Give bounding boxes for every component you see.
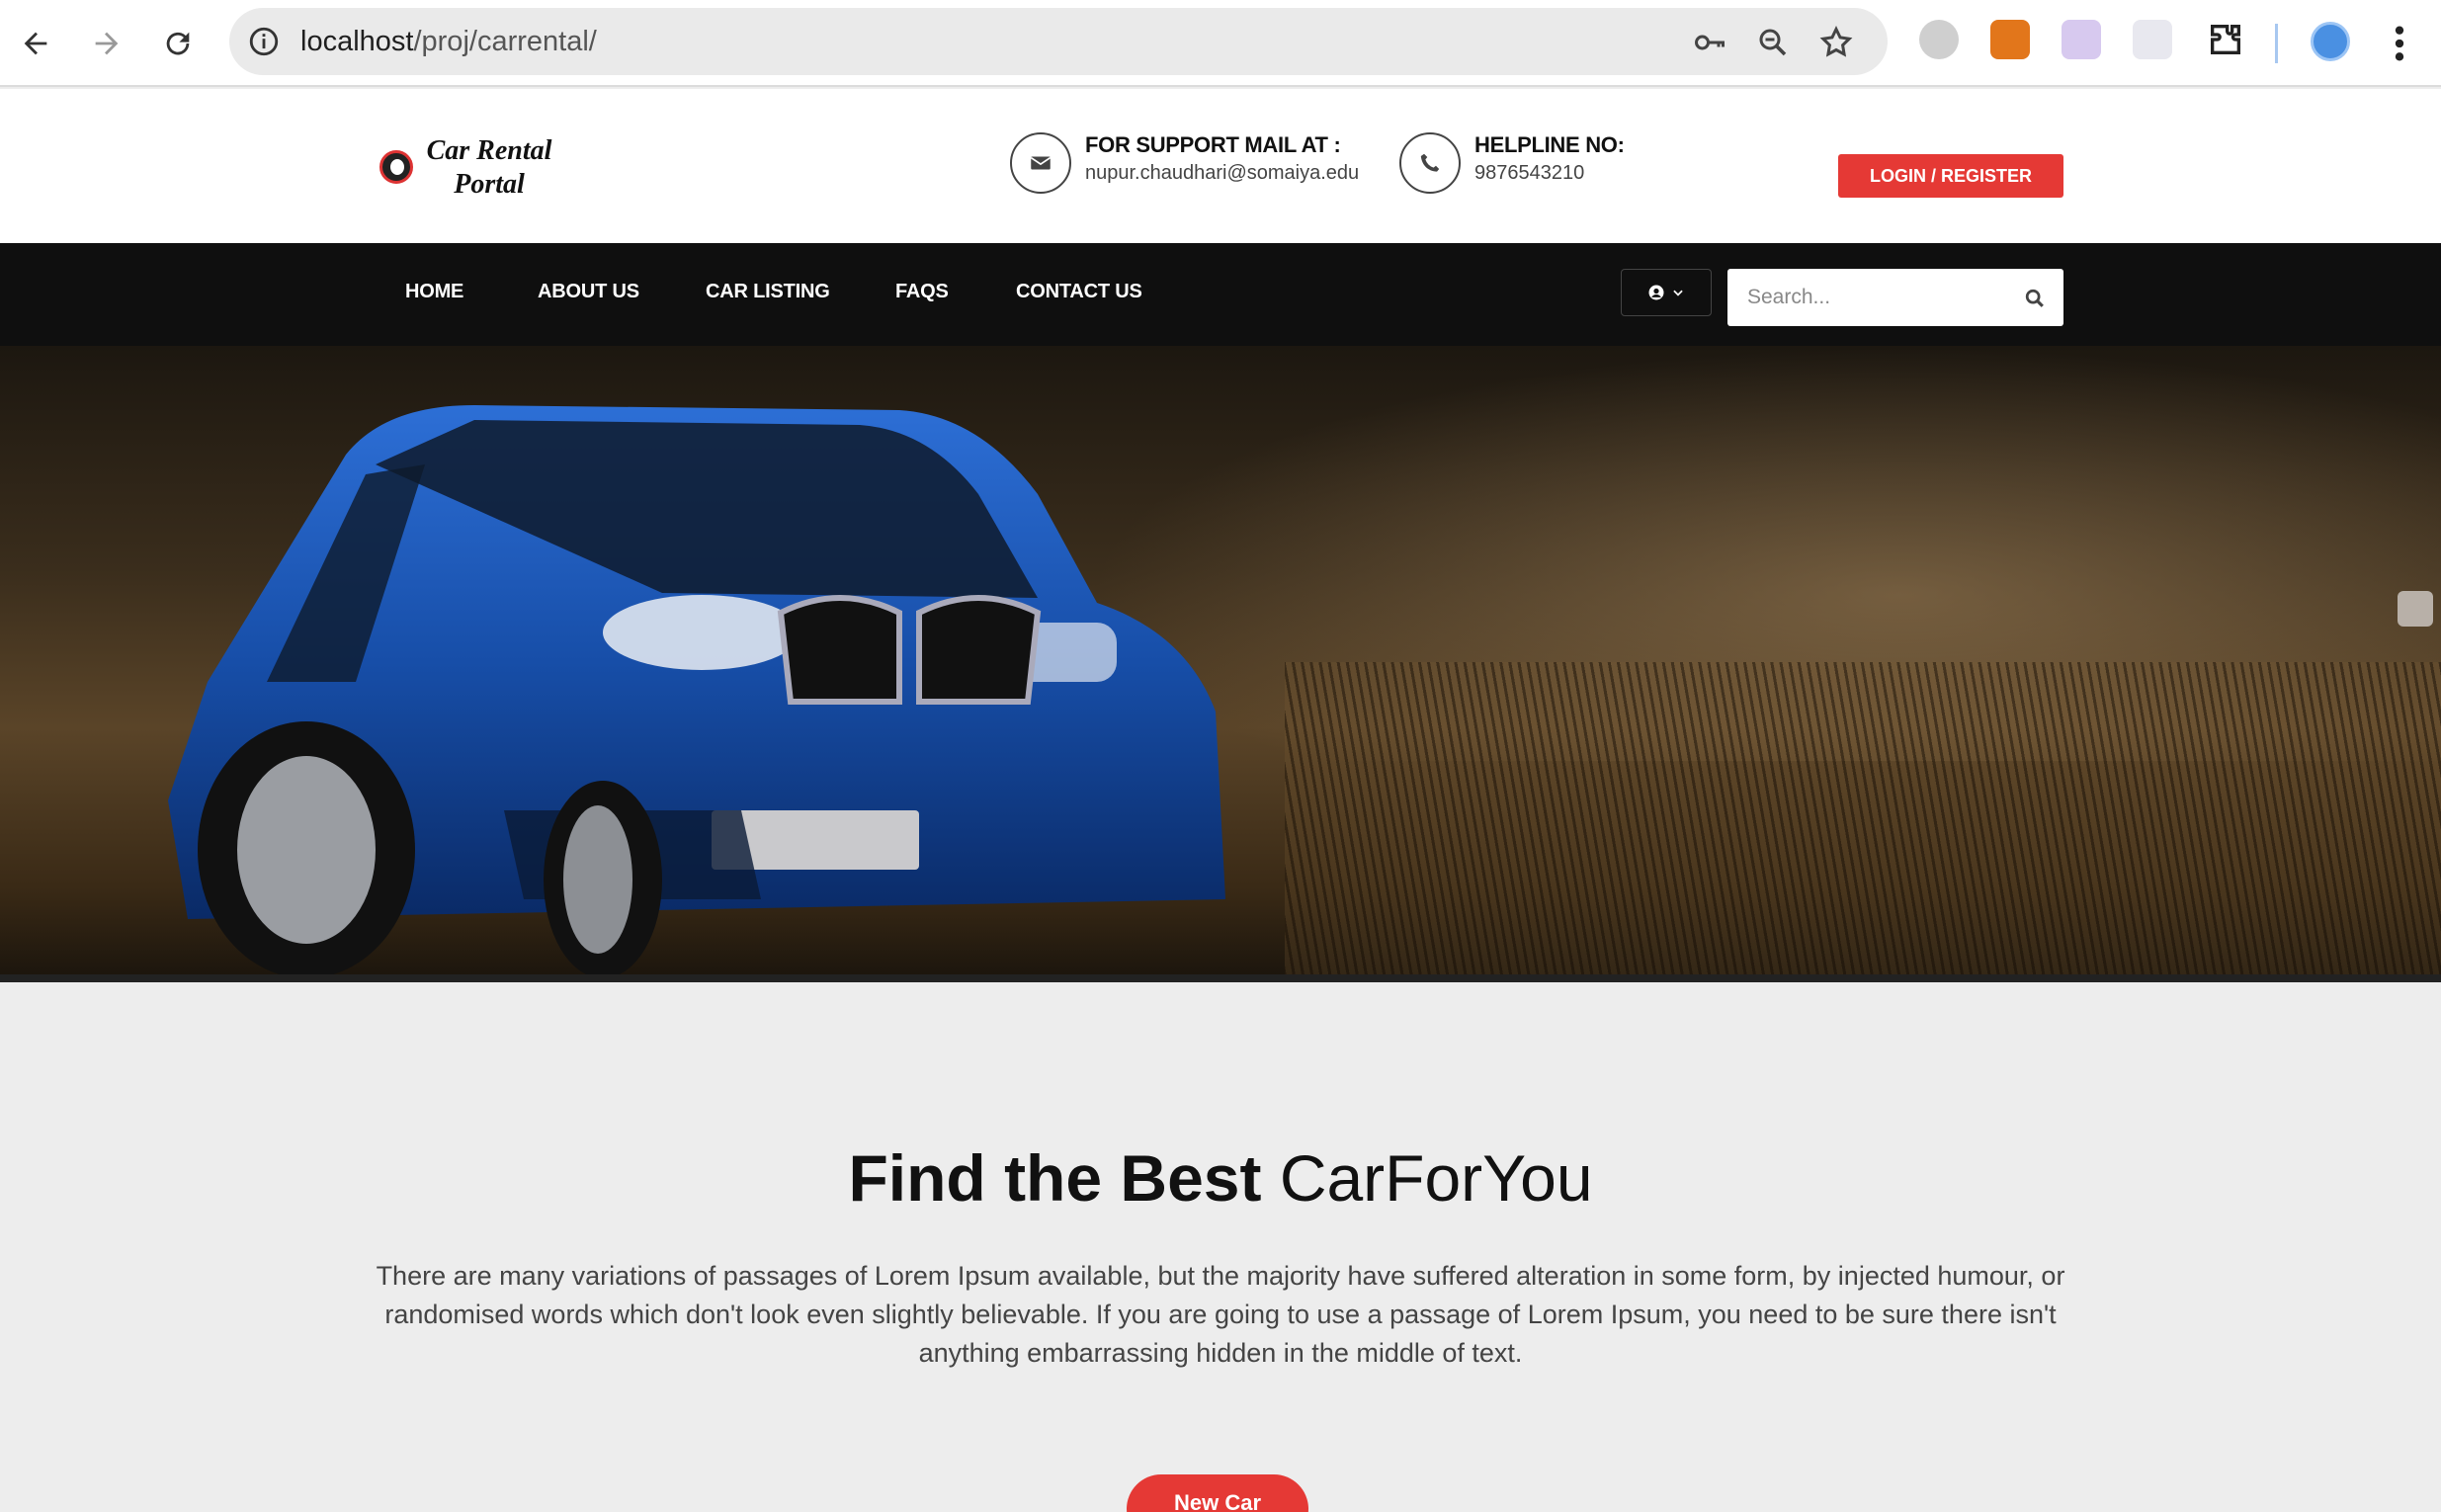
- helpline-number: 9876543210: [1474, 162, 1585, 184]
- floating-widget-icon[interactable]: [2398, 591, 2433, 627]
- car-image: [168, 405, 1225, 978]
- hero-bottom-bar: [0, 974, 2441, 982]
- reload-icon: [166, 32, 190, 55]
- support-email: nupur.chaudhari@somaiya.edu: [1085, 162, 1360, 184]
- nav-item-home[interactable]: HOME: [405, 281, 463, 303]
- back-arrow-icon: [24, 32, 47, 55]
- extension-icon[interactable]: [2133, 20, 2172, 59]
- profile-avatar[interactable]: [2311, 22, 2350, 61]
- support-mail-title: FOR SUPPORT MAIL AT :: [1085, 132, 1341, 157]
- more-menu-icon[interactable]: [2390, 24, 2409, 63]
- key-icon[interactable]: [1692, 25, 1727, 60]
- forward-arrow-icon: [95, 32, 119, 55]
- search-input[interactable]: [1727, 269, 2014, 326]
- zoom-icon[interactable]: [1755, 25, 1791, 60]
- site-logo[interactable]: Car Rental Portal: [379, 134, 577, 204]
- logo-text: Car Rental Portal: [426, 135, 552, 200]
- hero-banner: [0, 346, 2441, 982]
- user-circle-icon: [1648, 285, 1664, 300]
- bug-extension-icon[interactable]: [1919, 20, 1959, 59]
- main-navbar: HOME ABOUT US CAR LISTING FAQS CONTACT U…: [0, 243, 2441, 346]
- logo-emblem-icon: [379, 150, 413, 184]
- new-car-button[interactable]: New Car: [1127, 1474, 1308, 1512]
- nav-item-about-us[interactable]: ABOUT US: [538, 281, 639, 303]
- nav-item-contact-us[interactable]: CONTACT US: [1016, 281, 1142, 303]
- user-menu-dropdown[interactable]: [1621, 269, 1712, 316]
- site-info-icon[interactable]: [247, 25, 281, 58]
- search-icon[interactable]: [2024, 288, 2046, 309]
- address-bar[interactable]: localhost/proj/carrental/: [229, 8, 1888, 75]
- headline-light: CarForYou: [1279, 1141, 1593, 1215]
- headline-bold: Find the Best: [848, 1141, 1262, 1215]
- fox-extension-icon[interactable]: [1990, 20, 2030, 59]
- chevron-down-icon: [1673, 290, 1683, 296]
- forward-button[interactable]: [81, 18, 132, 69]
- intro-section: Find the Best CarForYou There are many v…: [0, 982, 2441, 1512]
- helpline-title: HELPLINE NO:: [1474, 132, 1625, 157]
- nav-item-faqs[interactable]: FAQS: [895, 281, 949, 303]
- nav-item-car-listing[interactable]: CAR LISTING: [706, 281, 830, 303]
- page-headline: Find the Best CarForYou: [0, 1140, 2441, 1216]
- browser-toolbar: localhost/proj/carrental/: [0, 0, 2441, 87]
- phone-icon: [1399, 132, 1461, 194]
- reload-button[interactable]: [152, 18, 204, 69]
- extension-icon[interactable]: [2062, 20, 2101, 59]
- bookmark-star-icon[interactable]: [1818, 25, 1854, 60]
- intro-paragraph: There are many variations of passages of…: [376, 1261, 2065, 1368]
- site-header: Car Rental Portal FOR SUPPORT MAIL AT : …: [0, 89, 2441, 243]
- toolbar-divider: [2275, 24, 2278, 63]
- site-search: [1727, 269, 2063, 326]
- back-button[interactable]: [10, 18, 61, 69]
- url-text: localhost/proj/carrental/: [300, 26, 597, 57]
- puzzle-extensions-icon[interactable]: [2206, 20, 2245, 59]
- envelope-icon: [1010, 132, 1071, 194]
- login-register-button[interactable]: LOGIN / REGISTER: [1838, 154, 2063, 198]
